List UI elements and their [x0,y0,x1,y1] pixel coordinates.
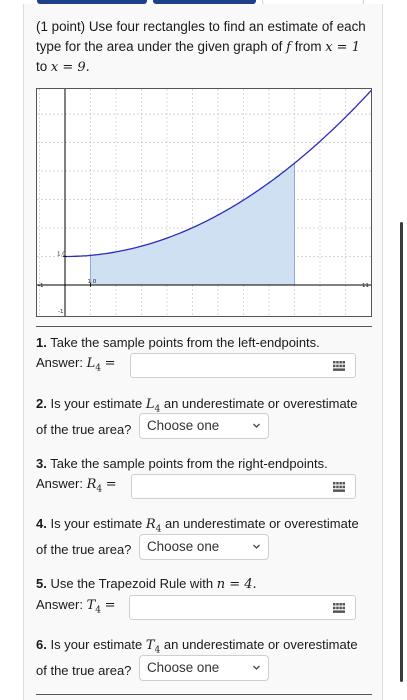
select-l4-estimate[interactable]: Choose one [139,413,269,439]
problem-text-c: to [36,59,48,74]
lower-bound: x = 1 [325,39,360,55]
estimate-variable: T [145,638,155,653]
answer-subscript: 4 [96,484,103,495]
question-text: Is your estimate [50,637,143,652]
answer-variable: R [86,477,97,492]
equals-sign: = [104,356,116,371]
problem-points: (1 point) [36,19,86,34]
keyboard-icon[interactable] [333,603,345,613]
x-min-label: -1 [38,283,43,289]
answer-input-t4[interactable] [129,595,356,620]
question-text: an underestimate or overestimate [163,396,358,411]
n-value: n = 4. [216,577,257,592]
scrollbar[interactable] [400,222,403,682]
select-t4-estimate[interactable]: Choose one [139,655,269,681]
answer-label: Answer: [36,476,83,491]
question-text: of the true area? [36,662,132,678]
equals-sign: = [105,477,117,492]
divider-bottom [36,694,372,695]
function-symbol: f [286,39,291,55]
question-text: an underestimate or overestimate [165,516,359,531]
problem-statement: (1 point) Use four rectangles to find an… [36,17,372,78]
divider-top [36,326,372,327]
chevron-down-icon [253,665,260,670]
select-value: Choose one [147,418,220,433]
question-number: 1. [36,335,47,350]
chevron-down-icon [253,544,260,549]
keyboard-icon[interactable] [333,482,345,492]
question-text: Take the sample points from the right-en… [50,456,328,471]
select-r4-estimate[interactable]: Choose one [139,534,269,560]
problem-text-b: from [294,38,322,54]
upper-bound: x = 9. [50,60,90,75]
question-text: Is your estimate [50,396,143,411]
answer-subscript: 4 [95,605,101,616]
y-min-label: -1 [58,309,63,315]
x-tick-label: 1.0 [88,279,97,285]
question-number: 2. [36,396,47,411]
chevron-down-icon [253,423,260,428]
select-value: Choose one [147,660,220,675]
question-number: 5. [36,576,47,591]
question-text: Use the Trapezoid Rule with [50,576,214,591]
question-text: of the true area? [36,541,132,557]
answer-subscript: 4 [95,363,101,374]
equals-sign: = [104,598,116,613]
question-text: Take the sample points from the left-end… [50,335,320,350]
graph-canvas: 1.01.0-1 11-1 [37,89,371,316]
function-graph: 1.0 1.0 -1 11 -1 [36,88,372,317]
answer-variable: T [86,598,96,613]
keyboard-icon[interactable] [333,361,345,371]
question-number: 3. [36,456,47,471]
question-text: of the true area? [36,421,132,437]
estimate-variable: R [145,517,156,532]
answer-input-l4[interactable] [130,353,356,378]
estimate-variable: L [145,397,155,412]
question-text: Is your estimate [50,516,143,531]
select-value: Choose one [147,539,220,554]
answer-label: Answer: [36,597,83,612]
answer-input-r4[interactable] [131,474,356,499]
answer-label: Answer: [36,355,83,370]
answer-variable: L [86,356,96,371]
question-number: 4. [36,516,47,531]
question-text: an underestimate or overestimate [163,637,358,652]
x-max-label: 11 [362,283,369,289]
question-number: 6. [36,637,47,652]
